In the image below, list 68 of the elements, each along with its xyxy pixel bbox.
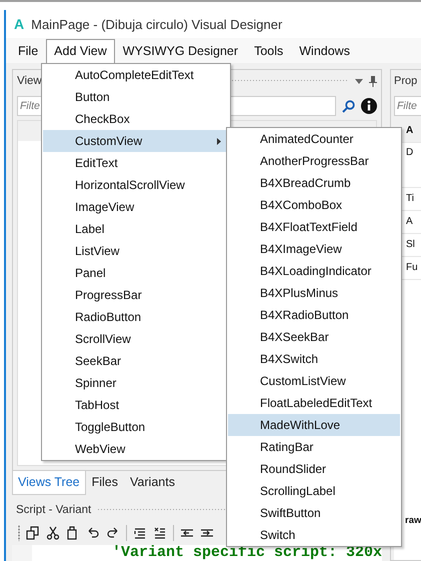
- menu-item[interactable]: ListView: [43, 240, 229, 262]
- menu-item[interactable]: Windows: [291, 39, 358, 63]
- window-title: MainPage - (Dibuja circulo) Visual Designer: [31, 16, 282, 32]
- menu-item[interactable]: B4XPlusMinus: [228, 282, 400, 304]
- menu-item[interactable]: HorizontalScrollView: [43, 174, 229, 196]
- filter-field[interactable]: Filte: [394, 96, 421, 116]
- panel-title: Prop: [394, 75, 418, 87]
- uncomment-icon[interactable]: [153, 526, 167, 540]
- property-label: Ti: [406, 193, 414, 204]
- menu-item[interactable]: Spinner: [43, 372, 229, 394]
- app-logo: A: [14, 16, 24, 32]
- property-label: Sl: [406, 239, 415, 250]
- menu-item[interactable]: RoundSlider: [228, 458, 400, 480]
- menu-item[interactable]: Button: [43, 86, 229, 108]
- menu-item[interactable]: Switch: [228, 524, 400, 546]
- menu-item[interactable]: MadeWithLove: [228, 414, 400, 436]
- menu-item[interactable]: TabHost: [43, 394, 229, 416]
- property-label: A: [406, 216, 413, 227]
- menu-item[interactable]: Panel: [43, 262, 229, 284]
- menu-item[interactable]: AnimatedCounter: [228, 128, 400, 150]
- menu-item[interactable]: RatingBar: [228, 436, 400, 458]
- menu-item[interactable]: ScrollingLabel: [228, 480, 400, 502]
- panel-title: View: [17, 75, 42, 87]
- redo-icon[interactable]: [106, 526, 120, 540]
- menu-item[interactable]: CustomListView: [228, 370, 400, 392]
- menu-item[interactable]: AutoCompleteEditText: [43, 64, 229, 86]
- pin-icon[interactable]: [369, 76, 377, 86]
- menu-item[interactable]: Add View: [46, 39, 115, 63]
- menu-item[interactable]: AnotherProgressBar: [228, 150, 400, 172]
- menu-item[interactable]: B4XSwitch: [228, 348, 400, 370]
- menu-item[interactable]: B4XRadioButton: [228, 304, 400, 326]
- menu-item[interactable]: ScrollView: [43, 328, 229, 350]
- menu-item[interactable]: EditText: [43, 152, 229, 174]
- menu-item[interactable]: B4XComboBox: [228, 194, 400, 216]
- menu-item[interactable]: B4XSeekBar: [228, 326, 400, 348]
- menu-item[interactable]: B4XFloatTextField: [228, 216, 400, 238]
- panel-tab[interactable]: Files: [86, 471, 124, 495]
- menu-item[interactable]: Tools: [246, 39, 292, 63]
- property-label: A: [406, 125, 414, 136]
- menu-item[interactable]: RadioButton: [43, 306, 229, 328]
- search-icon[interactable]: [342, 100, 355, 112]
- copy-icon[interactable]: [26, 526, 40, 540]
- menu-item[interactable]: CheckBox: [43, 108, 229, 130]
- info-icon[interactable]: [361, 98, 377, 114]
- menu-item[interactable]: ProgressBar: [43, 284, 229, 306]
- menu-item[interactable]: B4XImageView: [228, 238, 400, 260]
- property-label: D: [406, 147, 414, 158]
- menu-item[interactable]: SeekBar: [43, 350, 229, 372]
- menu-item[interactable]: ToggleButton: [43, 416, 229, 438]
- property-label: Fu: [406, 262, 418, 273]
- property-label: raw: [405, 515, 421, 526]
- menu-item[interactable]: Label: [43, 218, 229, 240]
- menu-item[interactable]: CustomView: [43, 130, 229, 152]
- caret-icon[interactable]: [355, 78, 363, 84]
- panel-tab[interactable]: Variants: [124, 471, 181, 495]
- menu-item[interactable]: B4XLoadingIndicator: [228, 260, 400, 282]
- menu-item[interactable]: B4XBreadCrumb: [228, 172, 400, 194]
- menu-item[interactable]: WebView: [43, 438, 229, 460]
- cut-icon[interactable]: [46, 526, 60, 540]
- panel-title: Script - Variant: [16, 504, 92, 516]
- menu-item[interactable]: ImageView: [43, 196, 229, 218]
- menu-item[interactable]: File: [10, 39, 46, 63]
- undo-icon[interactable]: [86, 526, 100, 540]
- menu-item[interactable]: SwiftButton: [228, 502, 400, 524]
- menu-item[interactable]: FloatLabeledEditText: [228, 392, 400, 414]
- menu-item[interactable]: WYSIWYG Designer: [114, 39, 246, 63]
- comment-icon[interactable]: [133, 526, 147, 540]
- panel-tab[interactable]: Views Tree: [12, 471, 86, 495]
